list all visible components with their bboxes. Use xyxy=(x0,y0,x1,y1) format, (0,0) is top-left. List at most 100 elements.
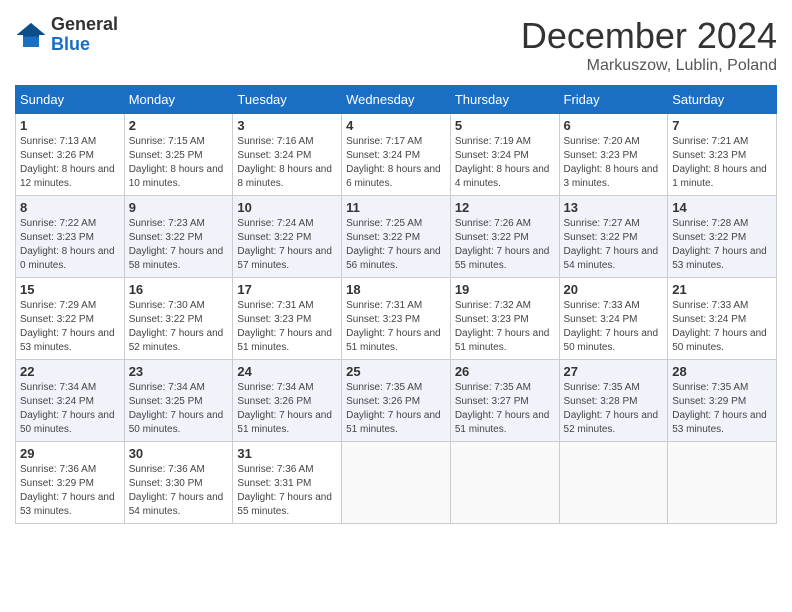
day-info: Sunrise: 7:16 AMSunset: 3:24 PMDaylight:… xyxy=(237,135,337,191)
calendar: Sunday Monday Tuesday Wednesday Thursday… xyxy=(15,85,777,524)
day-info: Sunrise: 7:36 AMSunset: 3:31 PMDaylight:… xyxy=(237,463,337,519)
calendar-cell xyxy=(450,442,559,524)
calendar-cell: 29 Sunrise: 7:36 AMSunset: 3:29 PMDayligh… xyxy=(16,442,125,524)
logo: General Blue xyxy=(15,15,118,55)
col-friday: Friday xyxy=(559,86,668,114)
day-info: Sunrise: 7:21 AMSunset: 3:23 PMDaylight:… xyxy=(672,135,772,191)
day-info: Sunrise: 7:34 AMSunset: 3:24 PMDaylight:… xyxy=(20,381,120,437)
day-number: 6 xyxy=(564,118,664,133)
logo-blue: Blue xyxy=(51,35,118,55)
calendar-cell: 27 Sunrise: 7:35 AMSunset: 3:28 PMDayligh… xyxy=(559,360,668,442)
col-thursday: Thursday xyxy=(450,86,559,114)
day-number: 22 xyxy=(20,364,120,379)
calendar-cell: 8 Sunrise: 7:22 AMSunset: 3:23 PMDaylight… xyxy=(16,196,125,278)
day-info: Sunrise: 7:26 AMSunset: 3:22 PMDaylight:… xyxy=(455,217,555,273)
day-number: 18 xyxy=(346,282,446,297)
day-info: Sunrise: 7:17 AMSunset: 3:24 PMDaylight:… xyxy=(346,135,446,191)
day-number: 16 xyxy=(129,282,229,297)
calendar-cell: 1Sunrise: 7:13 AMSunset: 3:26 PMDaylight… xyxy=(16,114,125,196)
calendar-cell: 2 Sunrise: 7:15 AMSunset: 3:25 PMDaylight… xyxy=(124,114,233,196)
day-number: 10 xyxy=(237,200,337,215)
day-info: Sunrise: 7:35 AMSunset: 3:26 PMDaylight:… xyxy=(346,381,446,437)
calendar-cell: 18 Sunrise: 7:31 AMSunset: 3:23 PMDayligh… xyxy=(342,278,451,360)
day-info: Sunrise: 7:30 AMSunset: 3:22 PMDaylight:… xyxy=(129,299,229,355)
day-number: 20 xyxy=(564,282,664,297)
day-info: Sunrise: 7:27 AMSunset: 3:22 PMDaylight:… xyxy=(564,217,664,273)
day-number: 2 xyxy=(129,118,229,133)
day-info: Sunrise: 7:23 AMSunset: 3:22 PMDaylight:… xyxy=(129,217,229,273)
calendar-cell: 24Sunrise: 7:34 AMSunset: 3:26 PMDayligh… xyxy=(233,360,342,442)
day-info: Sunrise: 7:35 AMSunset: 3:29 PMDaylight:… xyxy=(672,381,772,437)
logo-text: General Blue xyxy=(51,15,118,55)
calendar-cell: 9 Sunrise: 7:23 AMSunset: 3:22 PMDaylight… xyxy=(124,196,233,278)
day-number: 26 xyxy=(455,364,555,379)
col-sunday: Sunday xyxy=(16,86,125,114)
calendar-cell: 26 Sunrise: 7:35 AMSunset: 3:27 PMDayligh… xyxy=(450,360,559,442)
calendar-cell: 30Sunrise: 7:36 AMSunset: 3:30 PMDayligh… xyxy=(124,442,233,524)
day-number: 28 xyxy=(672,364,772,379)
calendar-cell: 22 Sunrise: 7:34 AMSunset: 3:24 PMDayligh… xyxy=(16,360,125,442)
calendar-cell xyxy=(342,442,451,524)
calendar-week-5: 29 Sunrise: 7:36 AMSunset: 3:29 PMDayligh… xyxy=(16,442,777,524)
month-title: December 2024 xyxy=(521,15,777,57)
col-saturday: Saturday xyxy=(668,86,777,114)
day-info: Sunrise: 7:19 AMSunset: 3:24 PMDaylight:… xyxy=(455,135,555,191)
day-number: 9 xyxy=(129,200,229,215)
calendar-cell: 17Sunrise: 7:31 AMSunset: 3:23 PMDayligh… xyxy=(233,278,342,360)
calendar-week-1: 1Sunrise: 7:13 AMSunset: 3:26 PMDaylight… xyxy=(16,114,777,196)
calendar-cell: 23 Sunrise: 7:34 AMSunset: 3:25 PMDayligh… xyxy=(124,360,233,442)
day-number: 7 xyxy=(672,118,772,133)
day-number: 24 xyxy=(237,364,337,379)
day-info: Sunrise: 7:36 AMSunset: 3:30 PMDaylight:… xyxy=(129,463,229,519)
day-info: Sunrise: 7:36 AMSunset: 3:29 PMDaylight:… xyxy=(20,463,120,519)
col-tuesday: Tuesday xyxy=(233,86,342,114)
calendar-cell: 28 Sunrise: 7:35 AMSunset: 3:29 PMDayligh… xyxy=(668,360,777,442)
calendar-cell xyxy=(668,442,777,524)
calendar-cell: 15 Sunrise: 7:29 AMSunset: 3:22 PMDayligh… xyxy=(16,278,125,360)
logo-general: General xyxy=(51,15,118,35)
day-number: 15 xyxy=(20,282,120,297)
day-number: 29 xyxy=(20,446,120,461)
day-info: Sunrise: 7:32 AMSunset: 3:23 PMDaylight:… xyxy=(455,299,555,355)
day-number: 25 xyxy=(346,364,446,379)
calendar-cell: 10 Sunrise: 7:24 AMSunset: 3:22 PMDayligh… xyxy=(233,196,342,278)
day-info: Sunrise: 7:22 AMSunset: 3:23 PMDaylight:… xyxy=(20,217,120,273)
calendar-cell: 11Sunrise: 7:25 AMSunset: 3:22 PMDayligh… xyxy=(342,196,451,278)
day-info: Sunrise: 7:20 AMSunset: 3:23 PMDaylight:… xyxy=(564,135,664,191)
day-number: 4 xyxy=(346,118,446,133)
calendar-header-row: Sunday Monday Tuesday Wednesday Thursday… xyxy=(16,86,777,114)
calendar-week-3: 15 Sunrise: 7:29 AMSunset: 3:22 PMDayligh… xyxy=(16,278,777,360)
day-number: 13 xyxy=(564,200,664,215)
day-info: Sunrise: 7:13 AMSunset: 3:26 PMDaylight:… xyxy=(20,135,120,191)
day-number: 3 xyxy=(237,118,337,133)
calendar-cell: 6 Sunrise: 7:20 AMSunset: 3:23 PMDaylight… xyxy=(559,114,668,196)
day-number: 19 xyxy=(455,282,555,297)
location: Markuszow, Lublin, Poland xyxy=(521,57,777,75)
day-info: Sunrise: 7:35 AMSunset: 3:27 PMDaylight:… xyxy=(455,381,555,437)
day-info: Sunrise: 7:34 AMSunset: 3:25 PMDaylight:… xyxy=(129,381,229,437)
calendar-cell: 3 Sunrise: 7:16 AMSunset: 3:24 PMDaylight… xyxy=(233,114,342,196)
day-number: 11 xyxy=(346,200,446,215)
day-number: 21 xyxy=(672,282,772,297)
calendar-cell: 19 Sunrise: 7:32 AMSunset: 3:23 PMDayligh… xyxy=(450,278,559,360)
day-number: 31 xyxy=(237,446,337,461)
calendar-cell: 4 Sunrise: 7:17 AMSunset: 3:24 PMDaylight… xyxy=(342,114,451,196)
day-info: Sunrise: 7:15 AMSunset: 3:25 PMDaylight:… xyxy=(129,135,229,191)
calendar-cell: 7 Sunrise: 7:21 AMSunset: 3:23 PMDaylight… xyxy=(668,114,777,196)
day-number: 27 xyxy=(564,364,664,379)
calendar-cell: 25 Sunrise: 7:35 AMSunset: 3:26 PMDayligh… xyxy=(342,360,451,442)
calendar-cell: 20Sunrise: 7:33 AMSunset: 3:24 PMDayligh… xyxy=(559,278,668,360)
day-info: Sunrise: 7:29 AMSunset: 3:22 PMDaylight:… xyxy=(20,299,120,355)
logo-icon xyxy=(15,19,47,51)
day-info: Sunrise: 7:24 AMSunset: 3:22 PMDaylight:… xyxy=(237,217,337,273)
day-number: 5 xyxy=(455,118,555,133)
day-number: 23 xyxy=(129,364,229,379)
calendar-cell: 13 Sunrise: 7:27 AMSunset: 3:22 PMDayligh… xyxy=(559,196,668,278)
day-info: Sunrise: 7:35 AMSunset: 3:28 PMDaylight:… xyxy=(564,381,664,437)
day-info: Sunrise: 7:31 AMSunset: 3:23 PMDaylight:… xyxy=(346,299,446,355)
col-monday: Monday xyxy=(124,86,233,114)
day-number: 14 xyxy=(672,200,772,215)
day-info: Sunrise: 7:31 AMSunset: 3:23 PMDaylight:… xyxy=(237,299,337,355)
day-number: 8 xyxy=(20,200,120,215)
day-info: Sunrise: 7:33 AMSunset: 3:24 PMDaylight:… xyxy=(672,299,772,355)
